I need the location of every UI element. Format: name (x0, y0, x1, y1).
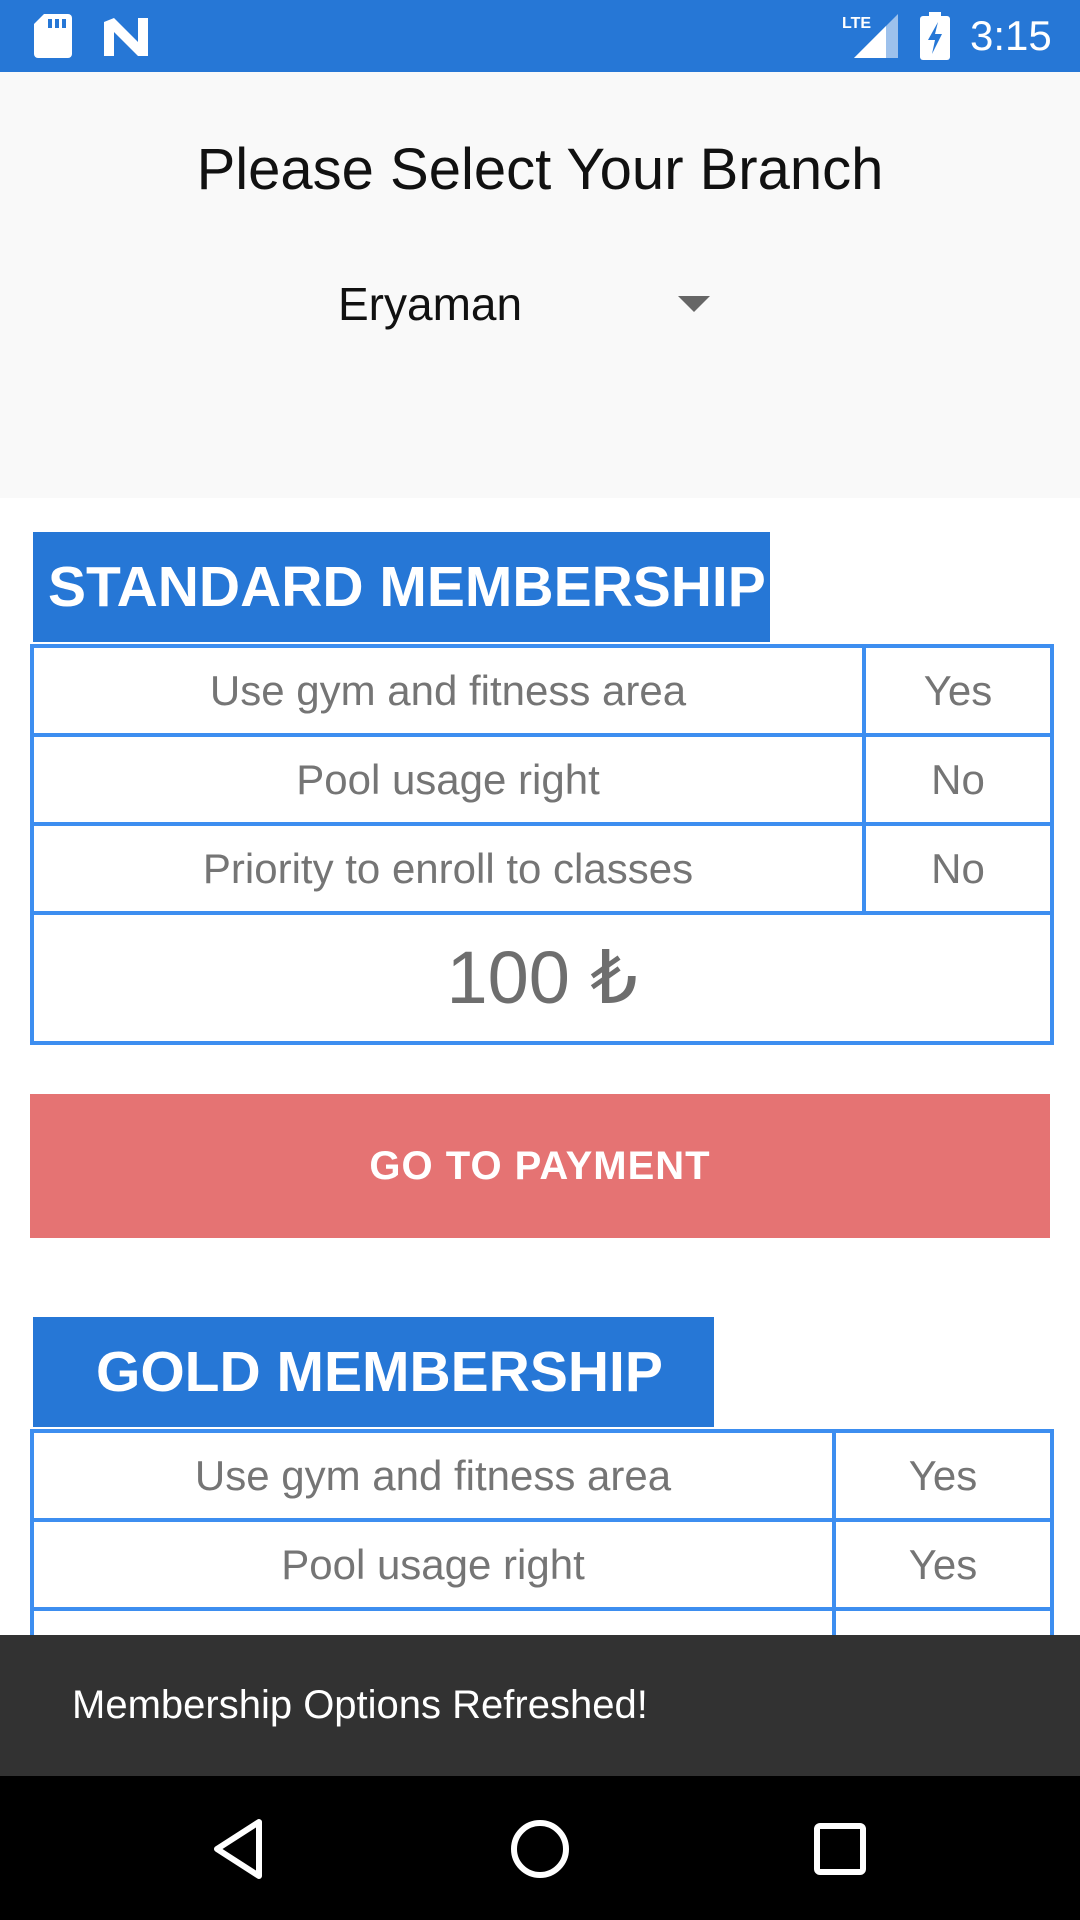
gold-membership-title: GOLD MEMBERSHIP (33, 1317, 714, 1427)
price-label: 100 ₺ (30, 911, 1054, 1045)
lte-signal-icon: LTE (842, 14, 898, 58)
battery-charging-icon (920, 12, 950, 60)
feature-label: Pool usage right (30, 733, 866, 826)
price-row: 100 ₺ (30, 911, 1054, 1045)
branch-selector-section: Please Select Your Branch Eryaman (0, 72, 1080, 498)
feature-label: Use gym and fitness area (30, 644, 866, 737)
back-icon[interactable] (205, 1814, 275, 1884)
page-title: Please Select Your Branch (196, 137, 884, 202)
feature-label: Priority to enroll to classes (30, 822, 866, 915)
go-to-payment-button[interactable]: GO TO PAYMENT (30, 1094, 1050, 1238)
clock: 3:15 (970, 12, 1052, 59)
table-row: Pool usage right No (30, 733, 1054, 826)
recents-icon[interactable] (805, 1814, 875, 1884)
feature-value: Yes (832, 1518, 1054, 1611)
standard-features-table: Use gym and fitness area Yes Pool usage … (30, 644, 1054, 1045)
n-icon (104, 18, 148, 56)
feature-label: Use gym and fitness area (30, 1429, 836, 1522)
dropdown-arrow-icon (678, 296, 710, 312)
sd-card-icon (34, 14, 72, 58)
standard-membership-title: STANDARD MEMBERSHIP (33, 532, 770, 642)
home-icon[interactable] (505, 1814, 575, 1884)
feature-label: Pool usage right (30, 1518, 836, 1611)
table-row: Use gym and fitness area Yes (30, 1429, 1054, 1522)
svg-text:LTE: LTE (842, 15, 871, 32)
table-row: Pool usage right Yes (30, 1518, 1054, 1611)
status-bar: LTE 3:15 (0, 0, 1080, 72)
feature-value: Yes (832, 1429, 1054, 1522)
branch-dropdown[interactable]: Eryaman (330, 264, 710, 344)
feature-value: No (862, 822, 1054, 915)
feature-value: Yes (862, 644, 1054, 737)
feature-value: No (862, 733, 1054, 826)
toast: Membership Options Refreshed! (0, 1635, 1080, 1776)
branch-selected-value: Eryaman (338, 278, 523, 330)
table-row: Use gym and fitness area Yes (30, 644, 1054, 737)
navigation-bar (0, 1776, 1080, 1920)
table-row: Priority to enroll to classes No (30, 822, 1054, 915)
toast-message: Membership Options Refreshed! (72, 1683, 648, 1727)
